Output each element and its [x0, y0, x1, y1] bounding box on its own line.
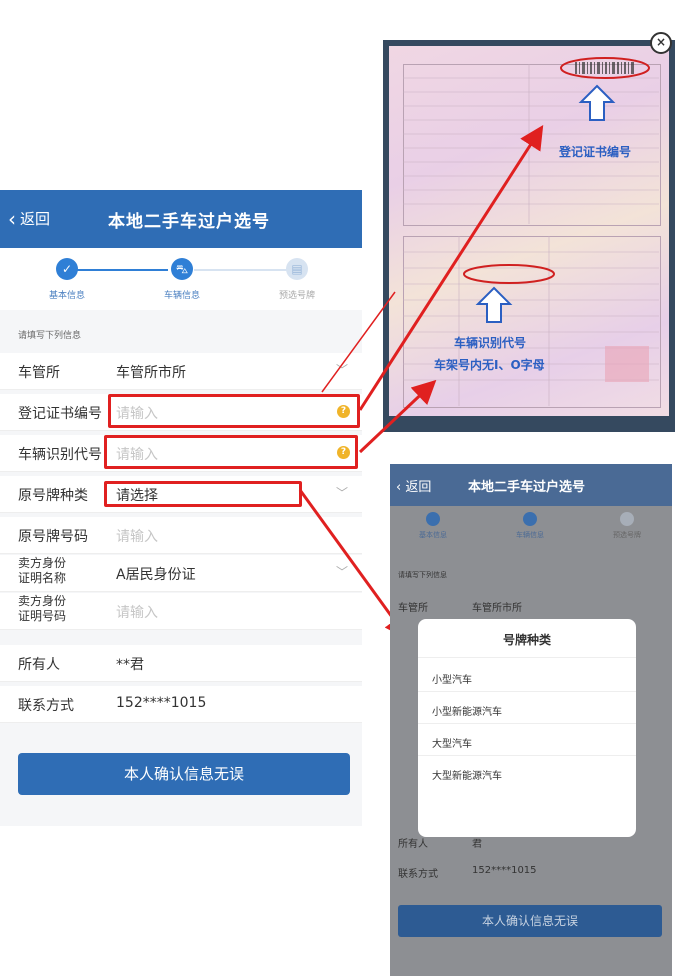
form-hint: 请填写下列信息 [398, 571, 447, 579]
field-label: 车辆识别代号 [18, 447, 102, 463]
vin-note-callout: 车架号内无I、O字母 [434, 358, 545, 372]
step-vehicle-info: ⛍ 车辆信息 [142, 258, 222, 301]
chevron-down-icon: ﹀ [335, 486, 348, 500]
back-label: 返回 [20, 210, 51, 228]
step-plate-select: ▤ 预选号牌 [257, 258, 337, 301]
field-label: 登记证书编号 [18, 406, 102, 422]
field-vehicle-office[interactable]: 车管所 车管所市所 ﹀ [0, 353, 362, 390]
vin-callout: 车辆识别代号 [454, 336, 527, 350]
chevron-down-icon: ﹀ [335, 363, 348, 377]
field-label: 卖方身份 证明号码 [18, 594, 67, 623]
plate-number-input[interactable]: 请输入 [116, 526, 158, 546]
main-screen: ‹ 返回 本地二手车过户选号 ✓ 基本信息 ⛍ 车辆信息 ▤ 预选号牌 请填写下… [0, 190, 362, 826]
app-header: ‹ 返回 本地二手车过户选号 [390, 464, 672, 506]
divider [418, 657, 636, 658]
field-contact: 联系方式 152****1015 [390, 856, 672, 888]
field-label: 所有人 [18, 657, 60, 673]
certificate-paper: 登记证书编号 车辆识别代号 车架号内无I、O字母 [389, 46, 669, 416]
step-indicator: 基本信息 车辆信息 预选号牌 [390, 506, 672, 554]
back-button[interactable]: ‹ 返回 [8, 208, 50, 229]
field-value: 车管所市所 [116, 365, 186, 381]
plate-icon [620, 512, 634, 526]
field-seller-id-type[interactable]: 卖方身份 证明名称 A居民身份证 ﹀ [0, 555, 362, 592]
form-hint: 请填写下列信息 [18, 331, 82, 341]
app-header: ‹ 返回 本地二手车过户选号 [0, 190, 362, 248]
field-plate-number[interactable]: 原号牌号码 请输入 [0, 517, 362, 554]
highlight-box [104, 435, 358, 469]
divider [418, 723, 636, 724]
highlight-box [104, 481, 302, 507]
step-indicator: ✓ 基本信息 ⛍ 车辆信息 ▤ 预选号牌 [0, 248, 362, 310]
field-value: **君 [116, 657, 144, 673]
field-label: 车管所 [398, 603, 428, 614]
field-label: 联系方式 [18, 698, 74, 714]
check-icon [426, 512, 440, 526]
field-label: 卖方身份 证明名称 [18, 556, 67, 585]
field-label: 联系方式 [398, 869, 438, 880]
plate-type-screen: ‹ 返回 本地二手车过户选号 基本信息 车辆信息 预选号牌 请填写下列信息 车管… [390, 464, 672, 976]
car-icon [523, 512, 537, 526]
seller-id-number-input[interactable]: 请输入 [116, 602, 158, 622]
close-icon[interactable]: × [650, 32, 672, 54]
confirm-button[interactable]: 本人确认信息无误 [18, 753, 350, 795]
option-small-car[interactable]: 小型汽车 [432, 671, 472, 686]
seller-id-type-select[interactable]: A居民身份证 [116, 564, 196, 584]
field-label: 原号牌号码 [18, 529, 88, 545]
page-title: 本地二手车过户选号 [468, 480, 586, 495]
step-basic-info: 基本信息 [408, 512, 458, 540]
confirm-button[interactable]: 本人确认信息无误 [398, 905, 662, 937]
field-value: 车管所市所 [472, 603, 522, 614]
check-icon: ✓ [56, 258, 78, 280]
divider [418, 691, 636, 692]
plate-type-picker: 号牌种类 小型汽车 小型新能源汽车 大型汽车 大型新能源汽车 [418, 619, 636, 837]
field-label: 所有人 [398, 839, 428, 850]
field-owner: 所有人 **君 [0, 645, 362, 682]
picker-title: 号牌种类 [502, 633, 551, 647]
divider [418, 755, 636, 756]
step-plate-select: 预选号牌 [602, 512, 652, 540]
back-button[interactable]: ‹ 返回 [396, 476, 431, 495]
plate-icon: ▤ [286, 258, 308, 280]
field-label: 车管所 [18, 365, 60, 381]
option-small-ev[interactable]: 小型新能源汽车 [432, 703, 502, 718]
option-large-car[interactable]: 大型汽车 [432, 735, 472, 750]
chevron-left-icon: ‹ [8, 206, 16, 231]
step-vehicle-info: 车辆信息 [505, 512, 555, 540]
field-vehicle-office: 车管所 车管所市所 [390, 590, 672, 622]
cert-number-callout: 登记证书编号 [559, 145, 632, 159]
option-large-ev[interactable]: 大型新能源汽车 [432, 767, 502, 782]
chevron-down-icon: ﹀ [335, 565, 348, 579]
field-label: 原号牌种类 [18, 488, 88, 504]
registration-certificate-image: 登记证书编号 车辆识别代号 车架号内无I、O字母 [383, 40, 675, 432]
field-value: 君 [472, 839, 482, 850]
page-title: 本地二手车过户选号 [108, 212, 270, 232]
field-contact: 联系方式 152****1015 [0, 686, 362, 723]
step-basic-info: ✓ 基本信息 [27, 258, 107, 301]
field-value: 152****1015 [472, 865, 537, 876]
highlight-box [108, 394, 360, 428]
field-seller-id-number[interactable]: 卖方身份 证明号码 请输入 [0, 593, 362, 630]
car-icon: ⛍ [171, 258, 193, 280]
field-value: 152****1015 [116, 695, 207, 711]
